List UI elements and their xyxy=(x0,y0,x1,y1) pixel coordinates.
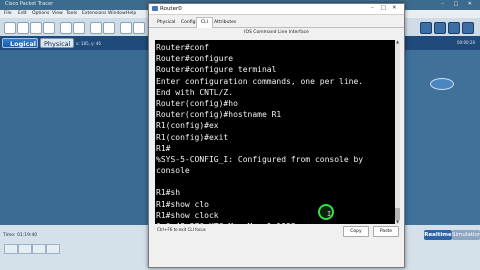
dialog-titlebar: Router0 – □ ✕ xyxy=(149,4,404,15)
workspace-clock: 00:00:20 xyxy=(457,40,475,45)
simulation-time: Time: 01:19:40 xyxy=(3,233,38,238)
new-file-icon[interactable] xyxy=(4,22,16,34)
menu-edit[interactable]: Edit xyxy=(18,11,27,16)
simulation-mode-button[interactable]: Simulation xyxy=(452,230,480,240)
scroll-down-icon[interactable]: ▼ xyxy=(395,220,400,224)
terminal-line: Router#configure xyxy=(156,54,234,64)
copy-icon[interactable] xyxy=(60,22,72,34)
scroll-up-icon[interactable]: ▲ xyxy=(395,40,400,44)
tab-attributes[interactable]: Attributes xyxy=(210,18,240,27)
cli-header: IOS Command Line Interface xyxy=(244,30,309,35)
print-icon[interactable] xyxy=(43,22,55,34)
router-device-icon[interactable] xyxy=(430,78,454,90)
minimize-icon[interactable]: – xyxy=(371,5,374,11)
canvas-right-area xyxy=(404,50,480,225)
menu-file[interactable]: File xyxy=(4,11,12,16)
menu-tools[interactable]: Tools xyxy=(66,11,77,16)
mouse-highlight-circle xyxy=(318,204,334,220)
zoom-in-icon[interactable] xyxy=(120,22,132,34)
terminal-line: Enter configuration commands, one per li… xyxy=(156,76,364,86)
menu-extensions[interactable]: Extensions xyxy=(82,11,106,16)
terminal-line: Router#conf xyxy=(156,43,209,52)
terminal-line: Router#configure terminal xyxy=(156,65,277,75)
dialog-title: Router0 xyxy=(160,5,182,12)
close-icon[interactable]: ✕ xyxy=(392,5,397,11)
zoom-out-icon[interactable] xyxy=(133,22,145,34)
terminal-line: R1# xyxy=(156,143,171,153)
router-icon xyxy=(152,6,158,11)
dialog-tabbar: Physical Config CLI Attributes xyxy=(149,17,404,28)
terminal-line: Router(config)#hostname R1 xyxy=(156,110,282,120)
terminal-line: %SYS-5-CONFIG_I: Configured from console… xyxy=(156,154,364,164)
save-icon[interactable] xyxy=(30,22,42,34)
tab-physical-device[interactable]: Physical xyxy=(153,18,179,27)
maximize-icon[interactable]: □ xyxy=(381,5,386,11)
tab-physical[interactable]: Physical xyxy=(40,38,74,48)
paste-button[interactable]: Paste xyxy=(373,226,399,237)
terminal-output: Router#conf Router#configure Router#config… xyxy=(156,42,388,224)
device-category-wireless[interactable] xyxy=(46,244,60,254)
open-folder-icon[interactable] xyxy=(17,22,29,34)
undo-icon[interactable] xyxy=(90,22,102,34)
note-tool-icon[interactable] xyxy=(448,22,460,34)
device-category-routers[interactable] xyxy=(4,244,18,254)
terminal-scrollbar[interactable] xyxy=(395,40,400,224)
cursor-coords: x: 185, y: 46 xyxy=(76,41,101,46)
window-controls[interactable]: – □ ✕ xyxy=(441,1,476,7)
menu-options[interactable]: Options xyxy=(32,11,49,16)
menu-window[interactable]: Window xyxy=(108,11,126,16)
menu-view[interactable]: View xyxy=(52,11,63,16)
terminal-line: End with CNTL/Z. xyxy=(156,87,234,97)
device-category-hubs[interactable] xyxy=(32,244,46,254)
terminal-line: R1(config)#exit xyxy=(156,132,229,142)
cli-focus-hint: Ctrl+F6 to exit CLI focus xyxy=(157,227,206,232)
device-category-switches[interactable] xyxy=(18,244,32,254)
terminal-line: R1#show clo xyxy=(156,199,209,209)
realtime-mode-button[interactable]: Realtime xyxy=(424,230,452,240)
cli-terminal[interactable]: Router#conf Router#configure Router#config… xyxy=(155,40,395,224)
text-cursor-icon: I xyxy=(327,210,332,218)
copy-button[interactable]: Copy xyxy=(343,226,369,237)
terminal-line: 0:6:48.270 UTC Mon Mar 1 1993 xyxy=(156,221,388,224)
select-tool-icon[interactable] xyxy=(420,22,432,34)
menu-help[interactable]: Help xyxy=(126,11,136,16)
paste-icon[interactable] xyxy=(73,22,85,34)
app-title: Cisco Packet Tracer xyxy=(5,1,54,7)
terminal-line: R1#sh xyxy=(156,188,181,198)
delete-tool-icon[interactable] xyxy=(462,22,474,34)
terminal-line: console xyxy=(156,166,190,176)
terminal-line: R1#show clock xyxy=(156,210,219,220)
terminal-line: Router(config)#ho xyxy=(156,98,238,108)
router-dialog: Router0 – □ ✕ Physical Config CLI Attrib… xyxy=(148,3,405,268)
terminal-line: R1(config)#ex xyxy=(156,121,219,131)
redo-icon[interactable] xyxy=(103,22,115,34)
tab-logical[interactable]: Logical xyxy=(2,38,38,48)
hand-tool-icon[interactable] xyxy=(434,22,446,34)
